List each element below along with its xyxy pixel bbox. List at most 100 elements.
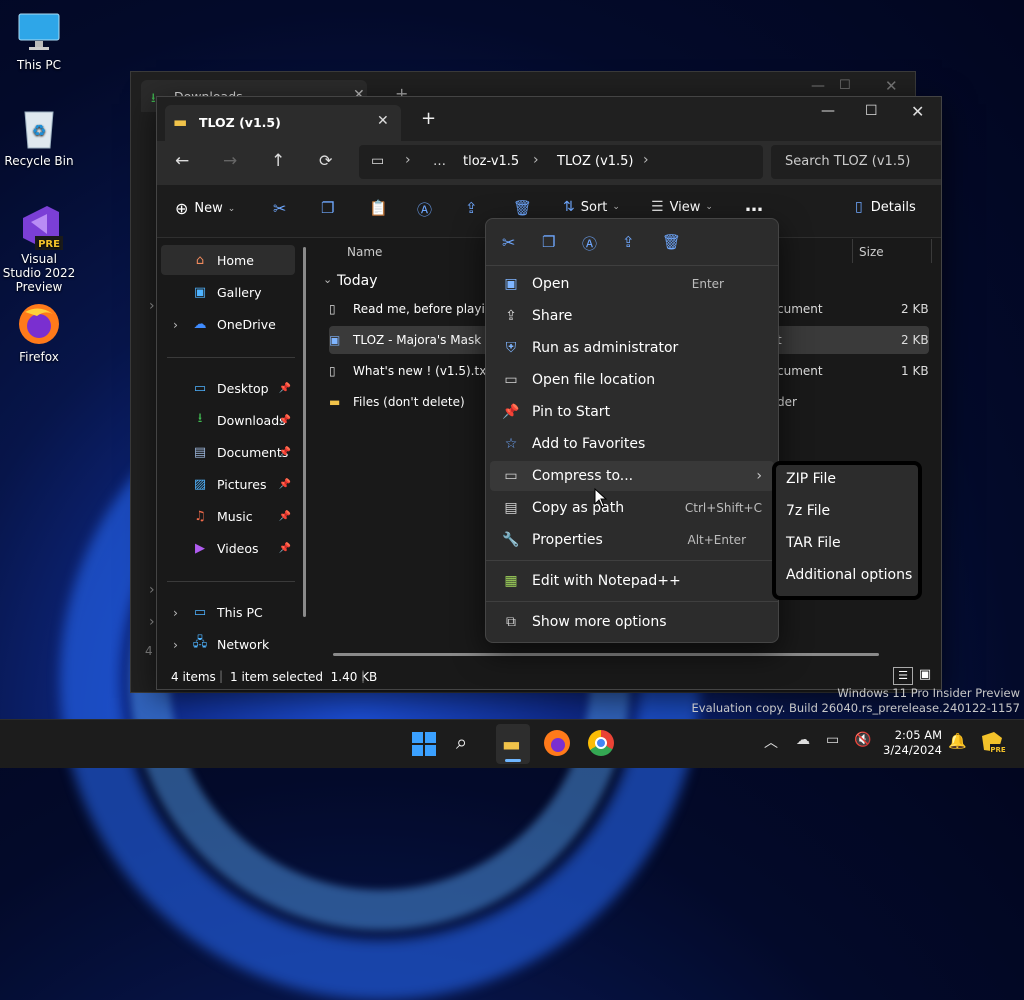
submenu-item-tar[interactable]: TAR File (786, 535, 841, 551)
clock[interactable]: 2:05 AM 3/24/2024 (880, 728, 942, 758)
share-icon[interactable]: ⇪ (465, 199, 478, 217)
sidebar-item-music[interactable]: ♫ Music 📌 (161, 501, 295, 531)
close-tab-icon[interactable]: ✕ (377, 113, 389, 129)
taskbar: ⌕ ▬ ︿ ☁ ▭ 🔇 2:05 AM 3/24/2024 🔔 PRE (0, 719, 1024, 768)
search-icon[interactable]: ⌕ (456, 730, 467, 754)
back-arrow-icon[interactable]: ← (175, 151, 189, 171)
breadcrumb-overflow[interactable]: … (433, 154, 446, 169)
menu-item-show-more-options[interactable]: ⧉ Show more options (490, 607, 774, 637)
navigation-pane: ⌂ Home ▣ Gallery › ☁ OneDrive ▭ Desktop … (157, 239, 307, 663)
sort-button[interactable]: ⇅ Sort ⌄ (563, 199, 620, 215)
close-button[interactable]: ✕ (911, 102, 924, 121)
dev-channel-icon[interactable]: PRE (980, 730, 1006, 756)
pin-icon[interactable]: 📌 (279, 543, 291, 554)
rename-icon[interactable]: Ⓐ (417, 199, 432, 220)
menu-item-pin-to-start[interactable]: 📌 Pin to Start (490, 397, 774, 427)
sidebar-item-network[interactable]: › 🖧 Network (161, 629, 295, 659)
forward-arrow-icon[interactable]: → (223, 151, 237, 171)
desktop-icon-visual-studio[interactable]: PRE Visual Studio 2022 Preview (1, 204, 77, 294)
details-view-icon[interactable]: ☰ (893, 667, 913, 685)
delete-icon[interactable]: 🗑 (513, 199, 532, 217)
breadcrumb-tloz-v1.5[interactable]: tloz-v1.5 (463, 154, 519, 169)
desktop-icon-this-pc[interactable]: This PC (1, 10, 77, 72)
chevron-up-icon[interactable]: ︿ (764, 732, 778, 752)
menu-item-share[interactable]: ⇪ Share (490, 301, 774, 331)
more-options-button[interactable]: … (745, 195, 763, 216)
music-icon: ♫ (194, 508, 206, 524)
pin-icon[interactable]: 📌 (279, 415, 291, 426)
tab-tloz[interactable]: ▬ TLOZ (v1.5) ✕ (165, 105, 401, 141)
file-name: What's new ! (v1.5).txt (353, 364, 492, 378)
menu-item-run-as-admin[interactable]: ⛨ Run as administrator (490, 333, 774, 363)
tiles-view-icon[interactable]: ▣ (917, 667, 933, 683)
new-button[interactable]: ⊕ New ⌄ (175, 199, 235, 218)
submenu-item-7z[interactable]: 7z File (786, 503, 830, 519)
file-type: cument (777, 364, 823, 378)
desktop-icon-recycle-bin[interactable]: ♻ Recycle Bin (1, 106, 77, 168)
sidebar-item-onedrive[interactable]: › ☁ OneDrive (161, 309, 295, 339)
pin-icon[interactable]: 📌 (279, 479, 291, 490)
new-tab-button[interactable]: + (421, 108, 436, 129)
submenu-item-additional-options[interactable]: Additional options (786, 567, 912, 583)
svg-text:PRE: PRE (990, 746, 1006, 754)
notification-bell-icon[interactable]: 🔔 (948, 732, 967, 750)
desktop-icon-firefox[interactable]: Firefox (1, 302, 77, 364)
taskbar-file-explorer[interactable]: ▬ (496, 724, 530, 764)
sidebar-item-downloads[interactable]: ⭳ Downloads 📌 (161, 405, 295, 435)
share-icon[interactable]: ⇪ (622, 233, 635, 251)
search-box[interactable]: Search TLOZ (v1.5) (771, 145, 941, 179)
cloud-off-icon[interactable]: ☁ (796, 732, 810, 748)
minimize-icon[interactable]: — (811, 78, 825, 94)
horizontal-scrollbar[interactable] (333, 653, 879, 656)
group-header-today[interactable]: Today (337, 273, 378, 289)
maximize-button[interactable]: ☐ (865, 103, 878, 119)
volume-muted-icon[interactable]: 🔇 (854, 732, 871, 748)
rename-icon[interactable]: Ⓐ (582, 233, 597, 254)
sidebar-item-pictures[interactable]: ▨ Pictures 📌 (161, 469, 295, 499)
sidebar-scrollbar[interactable] (303, 247, 306, 617)
pin-icon[interactable]: 📌 (279, 447, 291, 458)
pin-icon[interactable]: 📌 (279, 383, 291, 394)
refresh-icon[interactable]: ⟳ (319, 151, 332, 170)
sidebar-item-gallery[interactable]: ▣ Gallery (161, 277, 295, 307)
chevron-down-icon[interactable]: ⌄ (323, 273, 332, 286)
menu-item-copy-as-path[interactable]: ▤ Copy as path Ctrl+Shift+C (490, 493, 774, 523)
paste-icon[interactable]: 📋 (369, 199, 388, 217)
cut-icon[interactable]: ✂ (502, 233, 515, 252)
display-icon[interactable]: ▭ (826, 732, 839, 748)
submenu-item-zip[interactable]: ZIP File (786, 471, 836, 487)
copy-icon[interactable]: ❐ (542, 233, 555, 251)
sidebar-item-videos[interactable]: ▶ Videos 📌 (161, 533, 295, 563)
cut-icon[interactable]: ✂ (273, 199, 286, 218)
file-size: 2 KB (901, 333, 929, 347)
menu-item-open-file-location[interactable]: ▭ Open file location (490, 365, 774, 395)
up-arrow-icon[interactable]: ↑ (271, 151, 285, 171)
sidebar-item-this-pc[interactable]: › ▭ This PC (161, 597, 295, 627)
pin-icon[interactable]: 📌 (279, 511, 291, 522)
menu-item-compress-to[interactable]: ▭ Compress to... › (490, 461, 774, 491)
close-icon[interactable]: ✕ (885, 77, 898, 95)
menu-item-edit-with-notepadpp[interactable]: ▦ Edit with Notepad++ (490, 566, 774, 596)
details-button[interactable]: ▯ Details (855, 199, 916, 215)
copy-icon[interactable]: ❐ (321, 199, 334, 217)
maximize-icon[interactable]: ☐ (839, 78, 851, 93)
delete-icon[interactable]: 🗑 (662, 233, 681, 251)
column-header-size[interactable]: Size (859, 245, 884, 259)
taskbar-chrome-icon[interactable] (588, 730, 614, 756)
menu-item-properties[interactable]: 🔧 Properties Alt+Enter (490, 525, 774, 555)
view-button[interactable]: ☰ View ⌄ (651, 199, 713, 215)
chevron-down-icon: ⌄ (227, 203, 236, 214)
sidebar-item-desktop[interactable]: ▭ Desktop 📌 (161, 373, 295, 403)
menu-item-add-to-favorites[interactable]: ☆ Add to Favorites (490, 429, 774, 459)
column-divider[interactable] (852, 239, 853, 263)
windows-start-icon[interactable] (412, 732, 436, 756)
menu-item-open[interactable]: ▣ Open Enter (490, 269, 774, 299)
breadcrumb-tloz-folder[interactable]: TLOZ (v1.5) (557, 154, 634, 169)
sidebar-item-home[interactable]: ⌂ Home (161, 245, 295, 275)
taskbar-firefox-icon[interactable] (544, 730, 570, 756)
view-label: View (669, 199, 701, 215)
sidebar-item-documents[interactable]: ▤ Documents 📌 (161, 437, 295, 467)
minimize-button[interactable]: — (821, 103, 835, 119)
column-header-name[interactable]: Name (347, 245, 382, 259)
address-bar[interactable]: ▭ › … tloz-v1.5 › TLOZ (v1.5) › (359, 145, 763, 179)
